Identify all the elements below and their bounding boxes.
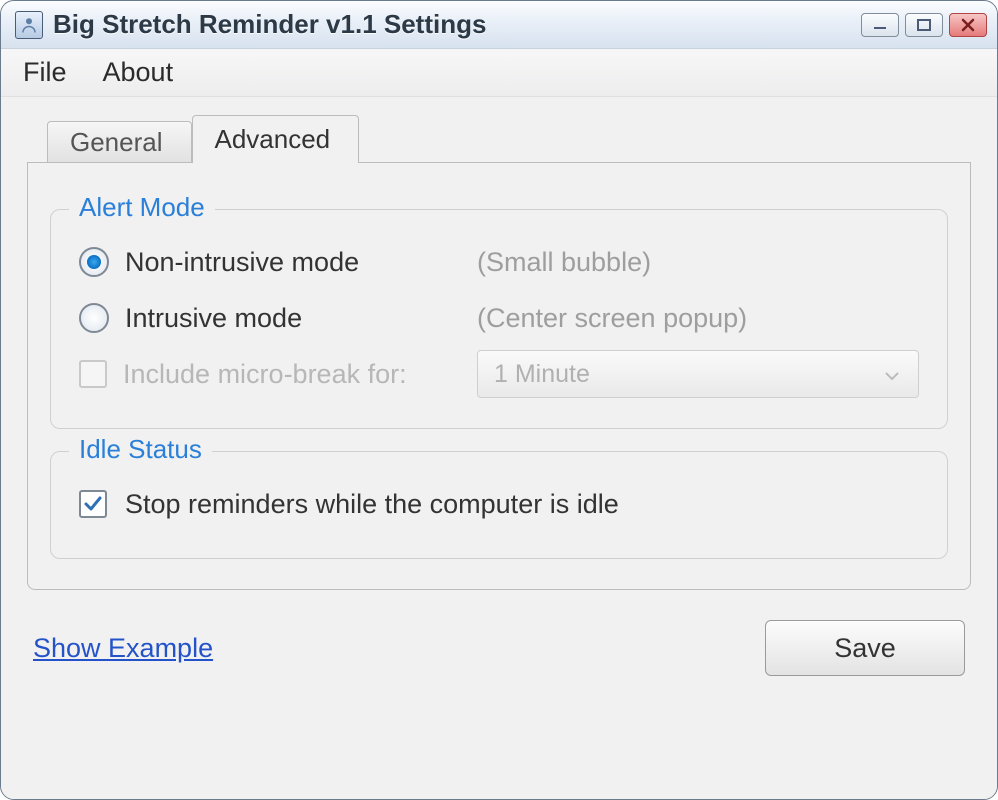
hint-intrusive: (Center screen popup) [477, 303, 919, 334]
row-intrusive: Intrusive mode (Center screen popup) [79, 290, 919, 346]
minimize-button[interactable] [861, 13, 899, 37]
label-stop-idle: Stop reminders while the computer is idl… [125, 489, 619, 520]
tab-panel-advanced: Alert Mode Non-intrusive mode (Small bub… [27, 162, 971, 590]
label-intrusive: Intrusive mode [125, 303, 302, 334]
app-icon [15, 11, 43, 39]
group-idle-status: Idle Status Stop reminders while the com… [50, 451, 948, 559]
tab-strip: General Advanced [27, 115, 971, 162]
radio-non-intrusive[interactable] [79, 247, 109, 277]
label-microbreak: Include micro-break for: [123, 359, 407, 390]
legend-idle-status: Idle Status [69, 434, 212, 465]
hint-non-intrusive: (Small bubble) [477, 247, 919, 278]
save-button[interactable]: Save [765, 620, 965, 676]
tab-general[interactable]: General [47, 121, 192, 163]
row-microbreak: Include micro-break for: 1 Minute [79, 346, 919, 402]
row-stop-idle: Stop reminders while the computer is idl… [79, 476, 919, 532]
row-non-intrusive: Non-intrusive mode (Small bubble) [79, 234, 919, 290]
group-alert-mode: Alert Mode Non-intrusive mode (Small bub… [50, 209, 948, 429]
select-microbreak-value: 1 Minute [494, 360, 590, 389]
link-show-example[interactable]: Show Example [33, 633, 213, 664]
menubar: File About [1, 49, 997, 97]
legend-alert-mode: Alert Mode [69, 192, 215, 223]
chevron-down-icon [884, 360, 900, 389]
label-non-intrusive: Non-intrusive mode [125, 247, 359, 278]
window-controls [861, 13, 987, 37]
titlebar: Big Stretch Reminder v1.1 Settings [1, 1, 997, 49]
menu-about[interactable]: About [103, 57, 174, 88]
menu-file[interactable]: File [23, 57, 67, 88]
window-frame: Big Stretch Reminder v1.1 Settings File … [0, 0, 998, 800]
checkbox-microbreak[interactable] [79, 360, 107, 388]
window-title: Big Stretch Reminder v1.1 Settings [53, 9, 861, 40]
close-button[interactable] [949, 13, 987, 37]
footer: Show Example Save [27, 620, 971, 676]
radio-intrusive[interactable] [79, 303, 109, 333]
client-area: General Advanced Alert Mode Non-intrusiv… [1, 97, 997, 800]
tab-advanced[interactable]: Advanced [192, 115, 360, 163]
maximize-button[interactable] [905, 13, 943, 37]
select-microbreak-duration[interactable]: 1 Minute [477, 350, 919, 398]
checkbox-stop-idle[interactable] [79, 490, 107, 518]
